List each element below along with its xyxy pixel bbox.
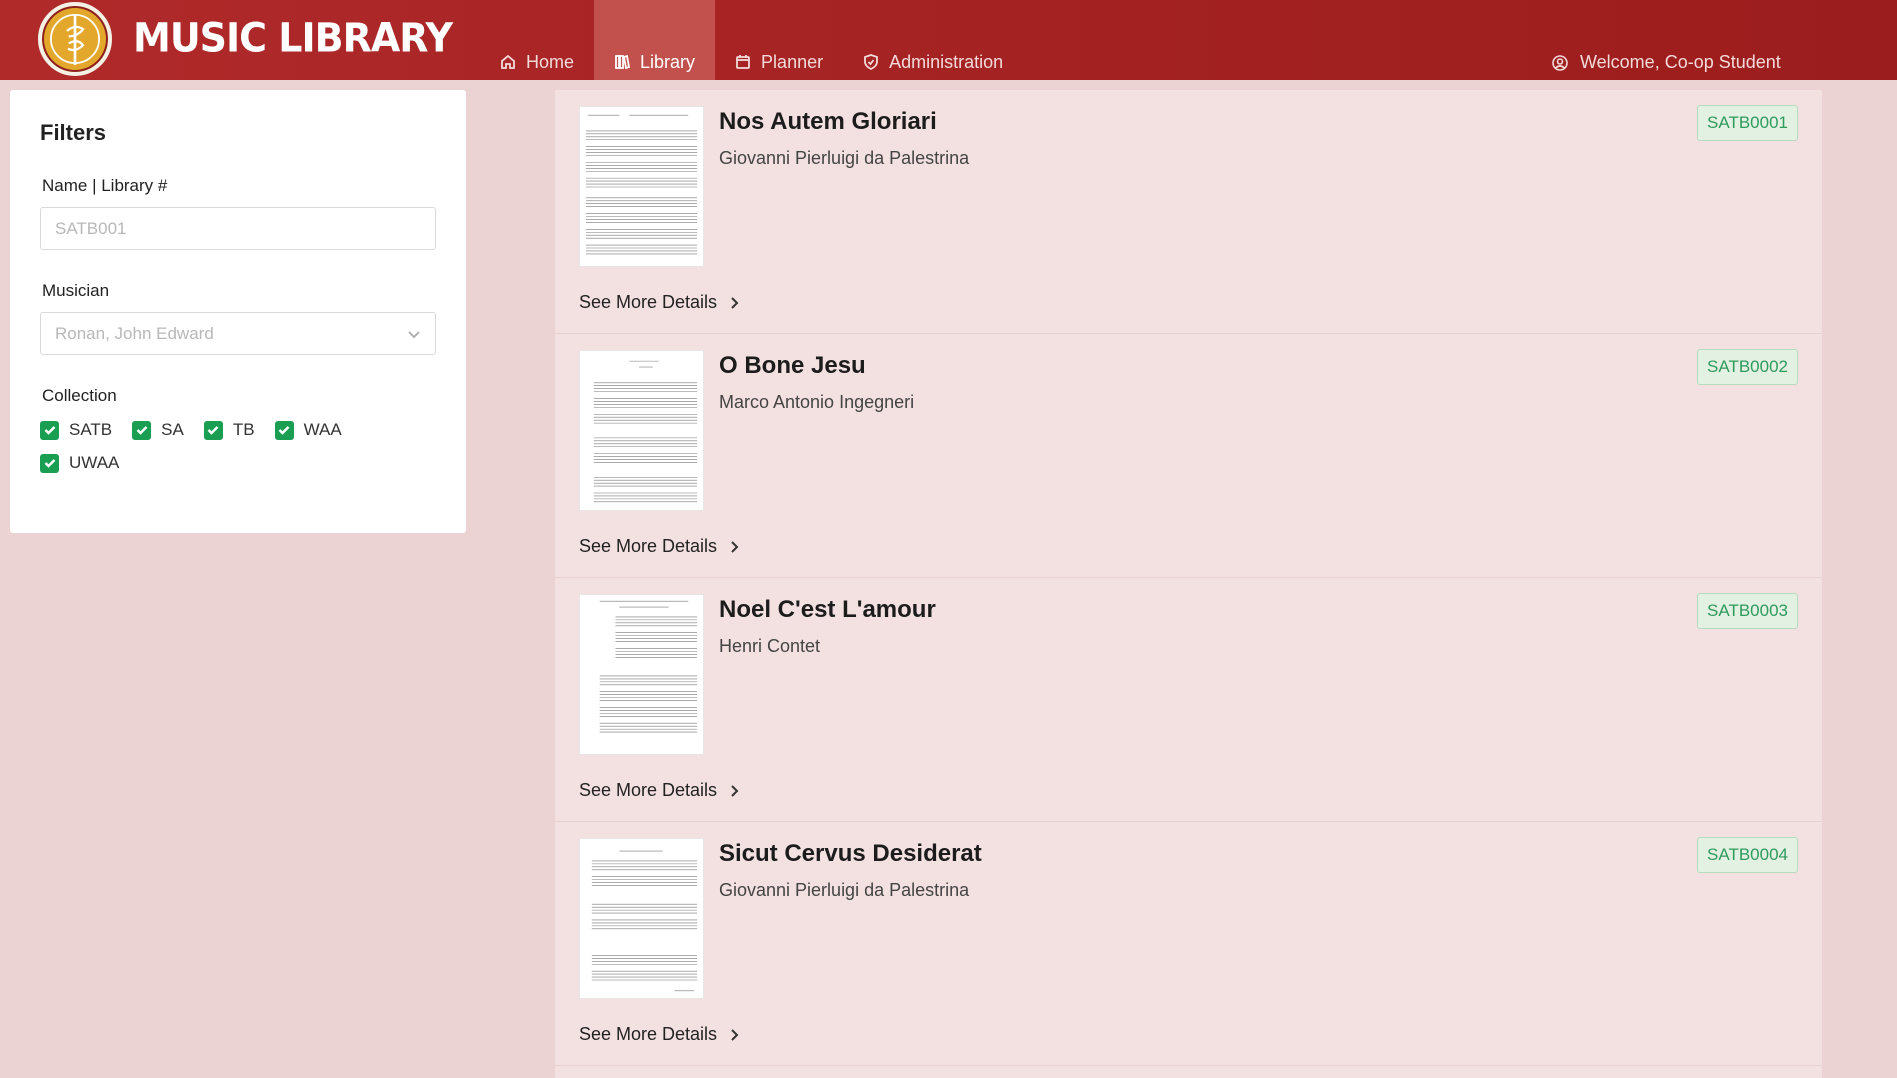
nav-library-label: Library (640, 52, 696, 72)
chevron-right-icon (731, 540, 739, 553)
user-menu[interactable]: Welcome, Co-op Student (1552, 52, 1781, 73)
musician-select-placeholder: Ronan, John Edward (55, 323, 214, 343)
library-icon (615, 54, 631, 70)
sheet-music-thumbnail[interactable] (579, 594, 704, 755)
check-icon (40, 453, 59, 473)
nav-administration[interactable]: Administration (843, 0, 1023, 80)
checkbox-tb-label: TB (232, 420, 255, 439)
library-id-badge: SATB0003 (1697, 593, 1798, 629)
sheet-music-thumbnail[interactable] (579, 350, 704, 511)
list-item: Noel C'est L'amour Henri Contet SATB0003… (555, 578, 1822, 822)
main-nav: Home Library Planner Administration (480, 0, 1023, 80)
welcome-text: Welcome, Co-op Student (1580, 52, 1781, 72)
checkbox-uwaa[interactable]: UWAA (40, 453, 119, 473)
piece-title[interactable]: Sicut Cervus Desiderat (719, 840, 982, 868)
checkbox-satb[interactable]: SATB (40, 420, 112, 440)
chevron-right-icon (731, 296, 739, 309)
library-id-badge: SATB0001 (1697, 105, 1798, 141)
piece-composer: Giovanni Pierluigi da Palestrina (719, 148, 970, 168)
collection-field-label: Collection (42, 386, 117, 405)
piece-title[interactable]: Noel C'est L'amour (719, 596, 936, 624)
list-item: O Bone Jesu Marco Antonio Ingegneri SATB… (555, 334, 1822, 578)
nav-home-label: Home (526, 52, 575, 72)
results-list: Nos Autem Gloriari Giovanni Pierluigi da… (555, 90, 1822, 1078)
sheet-music-icon (599, 600, 698, 733)
see-more-details-link[interactable]: See More Details (579, 780, 741, 801)
sheet-music-icon (585, 114, 698, 255)
see-more-details-link[interactable]: See More Details (579, 1024, 741, 1045)
sheet-music-icon (591, 850, 698, 992)
calendar-icon (736, 55, 750, 69)
see-more-details-label: See More Details (579, 536, 718, 556)
check-icon (203, 420, 223, 440)
nav-administration-label: Administration (889, 52, 1004, 72)
checkbox-satb-label: SATB (69, 420, 113, 439)
piece-composer: Giovanni Pierluigi da Palestrina (719, 880, 970, 900)
shield-icon (864, 54, 878, 70)
see-more-details-link[interactable]: See More Details (579, 292, 741, 313)
filters-title: Filters (40, 120, 107, 145)
chevron-right-icon (731, 784, 739, 797)
checkbox-waa-label: WAA (303, 420, 342, 439)
collection-checkboxes: SATB SA TB WAA (40, 420, 362, 440)
filters-panel: Filters Name | Library # Musician Ronan,… (10, 90, 466, 533)
sheet-music-thumbnail[interactable] (579, 838, 704, 999)
see-more-details-link[interactable]: See More Details (579, 536, 741, 557)
chevron-right-icon (731, 1028, 739, 1041)
musician-field-label: Musician (42, 281, 110, 300)
nav-library[interactable]: Library (594, 0, 716, 80)
collection-checkboxes-row2: UWAA (40, 453, 139, 473)
brand-title[interactable]: MUSIC LIBRARY (133, 15, 453, 61)
library-id-badge: SATB0002 (1697, 349, 1798, 385)
checkbox-waa[interactable]: WAA (274, 420, 342, 440)
chevron-down-icon (408, 330, 420, 338)
list-item: Sicut Cervus Desiderat Giovanni Pierluig… (555, 822, 1822, 1066)
see-more-details-label: See More Details (579, 292, 718, 312)
list-item: Nos Autem Gloriari Giovanni Pierluigi da… (555, 90, 1822, 334)
see-more-details-label: See More Details (579, 1024, 718, 1044)
checkbox-sa[interactable]: SA (132, 420, 184, 440)
sheet-music-icon (593, 360, 698, 503)
name-field-label: Name | Library # (42, 176, 168, 195)
piece-title[interactable]: Nos Autem Gloriari (719, 108, 937, 136)
library-id-badge: SATB0004 (1697, 837, 1798, 873)
checkbox-uwaa-label: UWAA (69, 453, 120, 472)
check-icon (274, 420, 294, 440)
check-icon (132, 420, 152, 440)
musician-select[interactable]: Ronan, John Edward (40, 312, 436, 355)
piece-title[interactable]: O Bone Jesu (719, 352, 866, 380)
piece-composer: Henri Contet (719, 636, 821, 656)
name-library-input[interactable] (40, 207, 436, 250)
nav-home[interactable]: Home (480, 0, 594, 80)
staff-music-icon[interactable] (38, 2, 112, 76)
check-icon (40, 420, 59, 440)
nav-planner-label: Planner (761, 52, 824, 72)
piece-composer: Marco Antonio Ingegneri (719, 392, 915, 412)
checkbox-tb[interactable]: TB (203, 420, 255, 440)
user-circle-icon (1552, 54, 1568, 71)
top-navbar: MUSIC LIBRARY Home Library Planner Admin… (0, 0, 1897, 80)
home-icon (501, 54, 515, 69)
checkbox-sa-label: SA (161, 420, 184, 439)
sheet-music-thumbnail[interactable] (579, 106, 704, 267)
nav-planner[interactable]: Planner (715, 0, 843, 80)
see-more-details-label: See More Details (579, 780, 718, 800)
